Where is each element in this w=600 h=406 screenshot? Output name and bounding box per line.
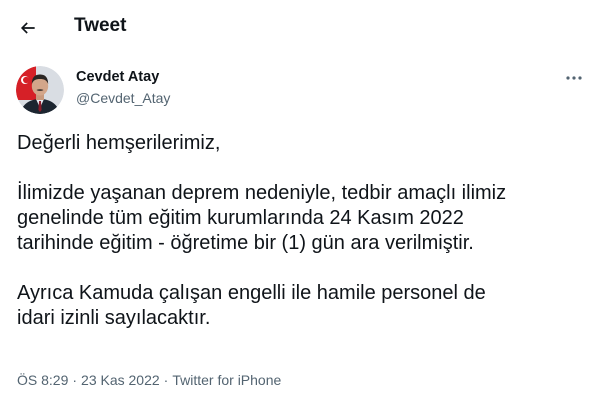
tweet-text: Değerli hemşerilerimiz, İlimizde yaşanan… [17, 131, 587, 331]
page-header: Tweet [0, 0, 600, 54]
author-display-name[interactable]: Cevdet Atay [76, 68, 159, 86]
tweet-paragraph: Ayrıca Kamuda çalışan engelli ile hamile… [17, 282, 486, 329]
tweet-time[interactable]: ÖS 8:29 [17, 371, 68, 389]
tweet-paragraph: Değerli hemşerilerimiz, [17, 132, 221, 154]
tweet-metadata: ÖS 8:29 · 23 Kas 2022 · Twitter for iPho… [17, 371, 281, 389]
profile-photo [16, 66, 64, 114]
meta-separator: · [163, 372, 169, 388]
tweet-date[interactable]: 23 Kas 2022 [81, 371, 160, 389]
tweet-source[interactable]: Twitter for iPhone [172, 371, 281, 389]
tweet-page: Tweet Cevdet Atay @Cevdet_Atay Değerli h… [0, 0, 600, 406]
more-horizontal-icon [566, 76, 582, 80]
more-options-button[interactable] [560, 66, 588, 90]
meta-separator: · [72, 372, 78, 388]
author-handle[interactable]: @Cevdet_Atay [76, 89, 170, 107]
avatar[interactable] [16, 66, 64, 114]
tweet-paragraph: İlimizde yaşanan deprem nedeniyle, tedbi… [17, 182, 507, 254]
back-button[interactable] [12, 12, 44, 44]
arrow-left-icon [20, 22, 35, 34]
page-title: Tweet [74, 15, 127, 36]
